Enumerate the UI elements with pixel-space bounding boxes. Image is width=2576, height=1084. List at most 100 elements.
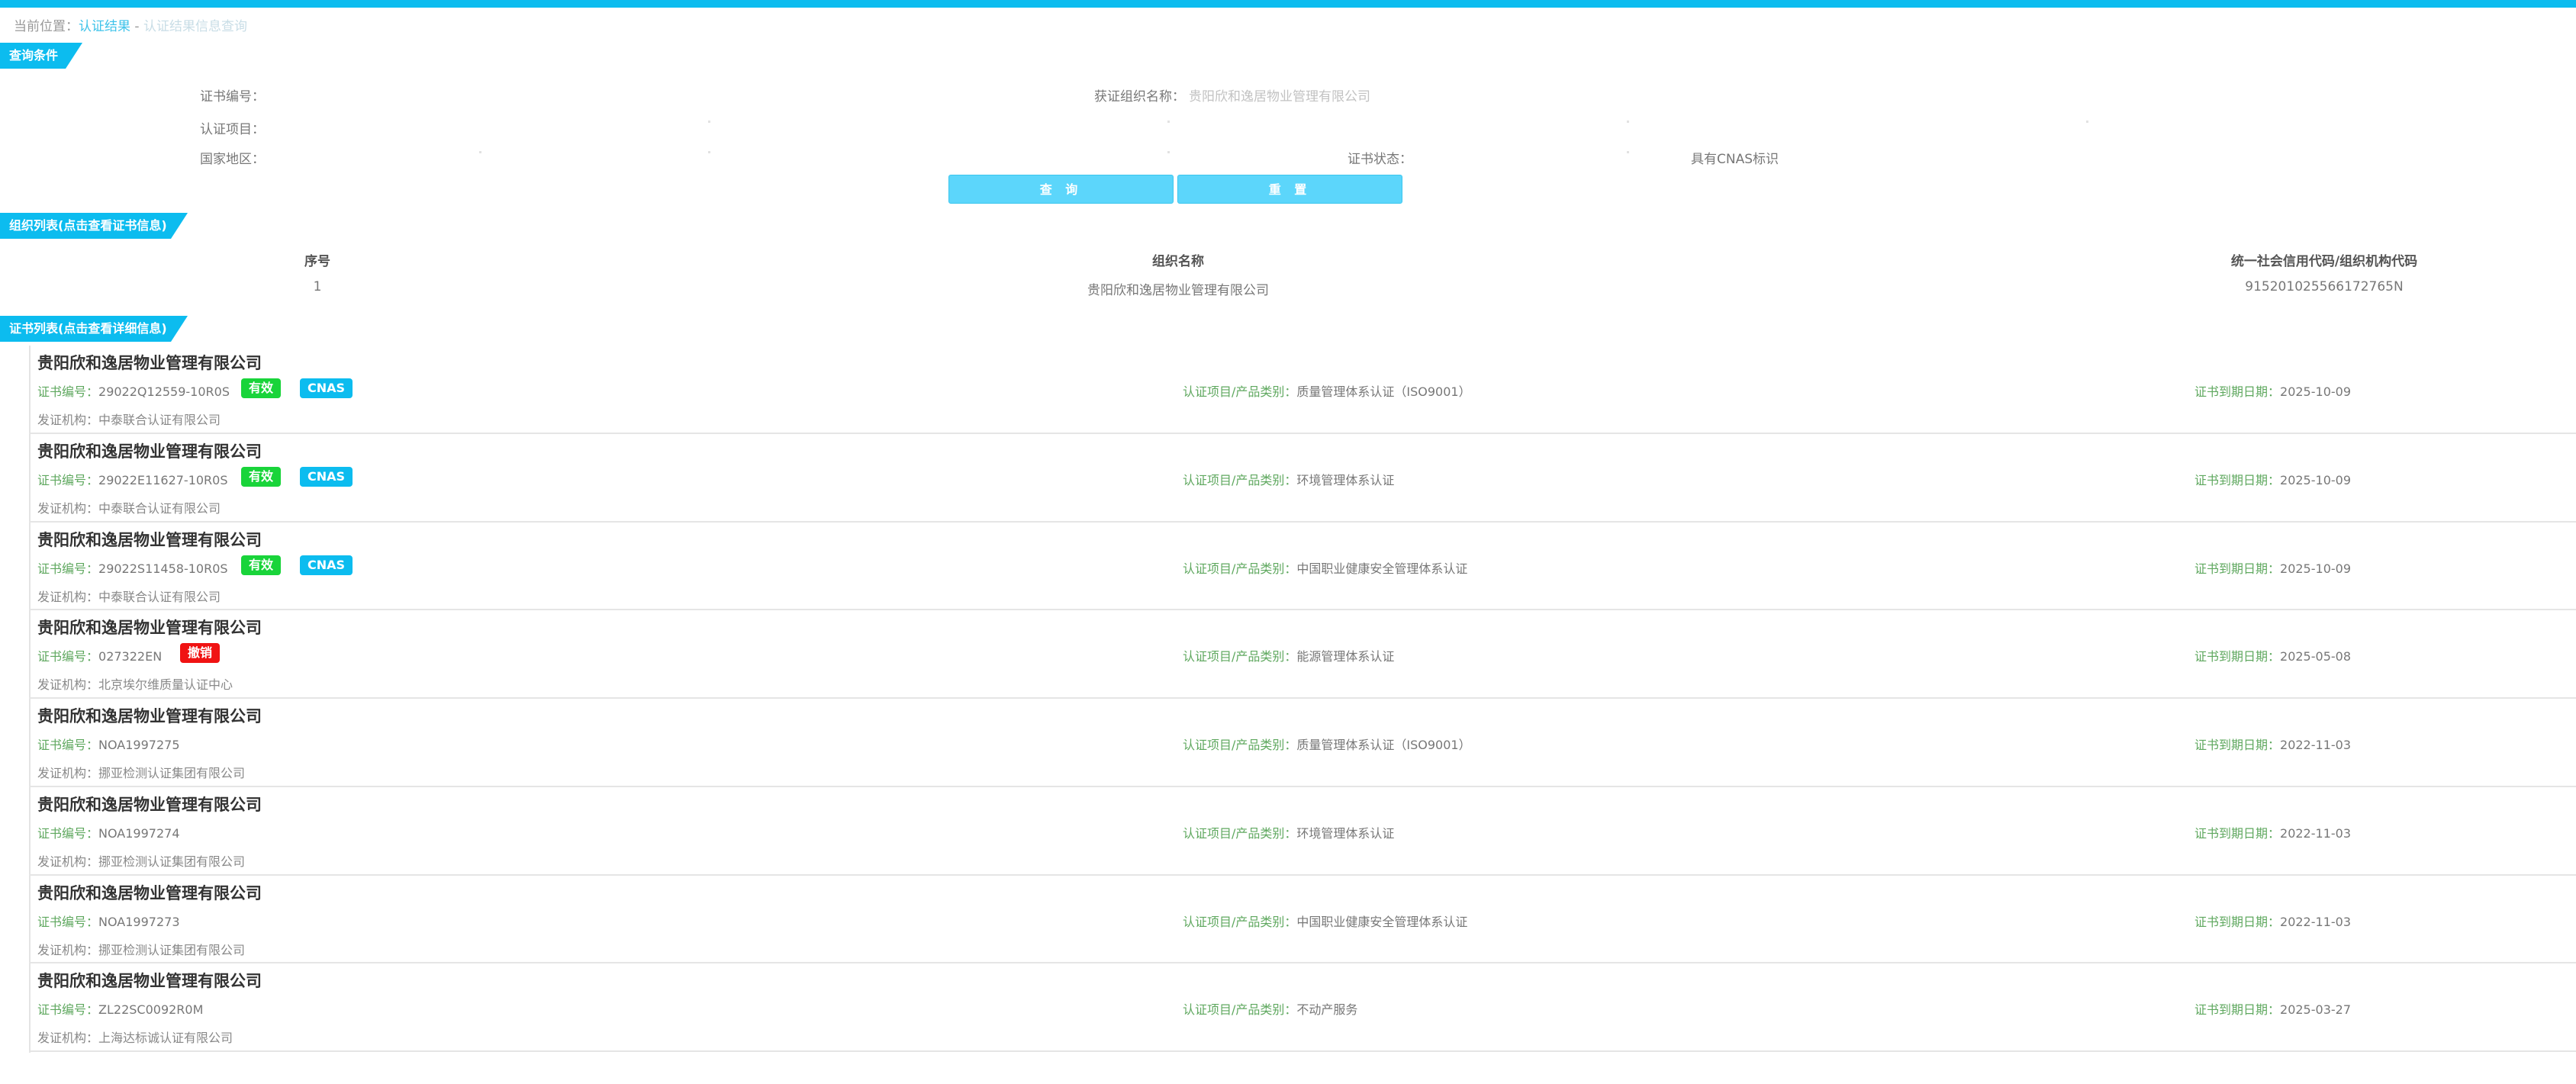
cert-item[interactable]: 贵阳欣和逸居物业管理有限公司 证书编号：29022Q12559-10R0S 有效 CN…	[29, 346, 2576, 434]
cert-org-name[interactable]: 贵阳欣和逸居物业管理有限公司	[37, 528, 262, 551]
cert-issuer: 发证机构：挪亚检测认证集团有限公司	[37, 851, 245, 870]
cert-org-name[interactable]: 贵阳欣和逸居物业管理有限公司	[37, 439, 262, 462]
cert-issuer-label: 发证机构：	[37, 677, 99, 693]
cert-item[interactable]: 贵阳欣和逸居物业管理有限公司证书编号：027322EN 撤销 认证项目/产品类别：能…	[29, 610, 2576, 699]
region-select-3[interactable]	[1167, 151, 1170, 153]
region-select-1[interactable]	[479, 151, 481, 153]
breadcrumb-prefix: 当前位置：	[14, 19, 79, 34]
cert-no-value: NOA1997274	[98, 825, 180, 841]
project-select-3[interactable]	[1627, 121, 1629, 123]
status-badge: 有效	[241, 555, 282, 575]
cert-org-name[interactable]: 贵阳欣和逸居物业管理有限公司	[37, 704, 262, 727]
cert-issuer: 发证机构：中泰联合认证有限公司	[37, 587, 221, 605]
cert-item[interactable]: 贵阳欣和逸居物业管理有限公司证书编号：29022S11458-10R0S 有效 CN…	[29, 523, 2576, 611]
status-label: 证书状态：	[1348, 152, 1412, 167]
org-name-input[interactable]: 贵阳欣和逸居物业管理有限公司	[1189, 85, 1370, 105]
cert-org-name[interactable]: 贵阳欣和逸居物业管理有限公司	[37, 616, 262, 638]
breadcrumb-link[interactable]: 认证结果	[79, 19, 130, 34]
project-label: 认证项目：	[200, 122, 265, 137]
cert-expiry-label: 证书到期日期：	[2194, 1002, 2281, 1018]
cert-expiry-value: 2025-10-09	[2280, 561, 2351, 576]
org-list-header: 组织列表(点击查看证书信息)	[0, 213, 188, 239]
cert-project: 认证项目/产品类别：质量管理体系认证（ISO9001）	[1183, 735, 1471, 753]
cert-expiry: 证书到期日期：2025-10-09	[2194, 381, 2351, 400]
cert-issuer-label: 发证机构：	[37, 589, 99, 604]
cnas-badge: CNAS	[300, 555, 353, 575]
cert-project: 认证项目/产品类别：能源管理体系认证	[1183, 646, 1394, 664]
project-select-2[interactable]	[1167, 121, 1170, 123]
cert-item[interactable]: 贵阳欣和逸居物业管理有限公司 证书编号：ZL22SC0092R0M 认证项目/产品类…	[29, 963, 2576, 1052]
search-button[interactable]: 查 询	[948, 175, 1174, 204]
cert-item[interactable]: 贵阳欣和逸居物业管理有限公司证书编号：NOA1997273 认证项目/产品类别：中…	[29, 876, 2576, 964]
cert-expiry-value: 2025-10-09	[2280, 472, 2351, 487]
cert-project-label: 认证项目/产品类别：	[1183, 738, 1297, 752]
status-select[interactable]	[1627, 151, 1629, 153]
cert-issuer-value: 挪亚检测认证集团有限公司	[98, 766, 246, 780]
cert-issuer: 发证机构：中泰联合认证有限公司	[37, 410, 221, 428]
cert-expiry: 证书到期日期：2022-11-03	[2194, 912, 2351, 930]
breadcrumb-current: 认证结果信息查询	[143, 19, 247, 34]
cert-no-value: NOA1997273	[98, 914, 180, 929]
cert-issuer: 发证机构：挪亚检测认证集团有限公司	[37, 940, 245, 958]
cert-expiry-label: 证书到期日期：	[2194, 825, 2281, 841]
cert-list-header: 证书列表(点击查看详细信息)	[0, 316, 188, 342]
cert-org-name[interactable]: 贵阳欣和逸居物业管理有限公司	[37, 881, 262, 904]
cert-expiry-label: 证书到期日期：	[2194, 738, 2281, 752]
cert-project-label: 认证项目/产品类别：	[1183, 384, 1297, 399]
cert-no: 证书编号：29022S11458-10R0S	[37, 558, 228, 577]
cert-no-value: 29022E11627-10R0S	[98, 472, 228, 487]
cert-no-label: 证书编号：	[37, 1002, 99, 1018]
cert-org-name[interactable]: 贵阳欣和逸居物业管理有限公司	[37, 351, 262, 374]
cnas-badge: CNAS	[300, 466, 353, 487]
cert-expiry: 证书到期日期：2025-10-09	[2194, 470, 2351, 488]
cert-expiry: 证书到期日期：2025-10-09	[2194, 558, 2351, 577]
cnas-badge: CNAS	[300, 378, 353, 398]
cert-item[interactable]: 贵阳欣和逸居物业管理有限公司证书编号：NOA1997274 认证项目/产品类别：环…	[29, 787, 2576, 876]
cert-no: 证书编号：NOA1997274	[37, 823, 180, 841]
cert-issuer-value: 挪亚检测认证集团有限公司	[98, 942, 246, 957]
project-select-1[interactable]	[708, 121, 710, 123]
org-row-name[interactable]: 贵阳欣和逸居物业管理有限公司	[1087, 279, 1269, 298]
project-select-4[interactable]	[2086, 121, 2088, 123]
cert-project: 认证项目/产品类别：环境管理体系认证	[1183, 470, 1394, 488]
cert-project-label: 认证项目/产品类别：	[1183, 561, 1297, 576]
reset-button[interactable]: 重 置	[1177, 175, 1402, 204]
cert-issuer-label: 发证机构：	[37, 854, 99, 869]
cert-no-label: 证书编号：	[37, 914, 99, 929]
cert-expiry-value: 2025-03-27	[2280, 1002, 2351, 1018]
col-header-credit-code: 统一社会信用代码/组织机构代码	[2230, 254, 2418, 269]
cert-issuer-label: 发证机构：	[37, 500, 99, 516]
cnas-filter-label[interactable]: 具有CNAS标识	[1691, 148, 1779, 167]
cert-project: 认证项目/产品类别：中国职业健康安全管理体系认证	[1183, 912, 1467, 930]
status-badge: 撤销	[180, 643, 221, 664]
region-select-2[interactable]	[708, 151, 710, 153]
cert-issuer-label: 发证机构：	[37, 1031, 99, 1046]
org-row-index: 1	[313, 279, 322, 294]
cert-issuer: 发证机构：上海达标诚认证有限公司	[37, 1028, 233, 1046]
cert-project-value: 中国职业健康安全管理体系认证	[1296, 561, 1468, 576]
cert-no: 证书编号：027322EN	[37, 646, 162, 664]
cert-project-value: 质量管理体系认证（ISO9001）	[1296, 738, 1471, 752]
cert-org-name[interactable]: 贵阳欣和逸居物业管理有限公司	[37, 793, 262, 815]
cert-issuer-value: 北京埃尔维质量认证中心	[98, 677, 233, 693]
cert-expiry-label: 证书到期日期：	[2194, 384, 2281, 399]
org-row-credit-code: 915201025566172765N	[2245, 279, 2404, 294]
cert-project-label: 认证项目/产品类别：	[1183, 825, 1297, 841]
cert-expiry-value: 2025-10-09	[2280, 384, 2351, 399]
top-accent-bar	[0, 0, 2576, 8]
cert-item[interactable]: 贵阳欣和逸居物业管理有限公司 证书编号：29022E11627-10R0S 有效 CN…	[29, 434, 2576, 523]
cert-item[interactable]: 贵阳欣和逸居物业管理有限公司 证书编号：NOA1997275 认证项目/产品类别：质…	[29, 699, 2576, 787]
cert-issuer-value: 中泰联合认证有限公司	[98, 413, 221, 427]
cert-project-value: 环境管理体系认证	[1296, 825, 1395, 841]
cert-expiry: 证书到期日期：2025-03-27	[2194, 999, 2351, 1018]
cert-project-value: 质量管理体系认证（ISO9001）	[1296, 384, 1471, 399]
cert-no-label: 证书编号：	[37, 649, 99, 664]
cert-no-label: 证书编号：	[37, 561, 99, 576]
cert-issuer-value: 中泰联合认证有限公司	[98, 500, 221, 516]
cert-project-value: 不动产服务	[1296, 1002, 1358, 1018]
cert-project-label: 认证项目/产品类别：	[1183, 1002, 1297, 1018]
cert-org-name[interactable]: 贵阳欣和逸居物业管理有限公司	[37, 969, 262, 992]
cert-expiry-value: 2025-05-08	[2280, 649, 2351, 664]
cert-project: 认证项目/产品类别：中国职业健康安全管理体系认证	[1183, 558, 1467, 577]
cert-project: 认证项目/产品类别：环境管理体系认证	[1183, 823, 1394, 841]
